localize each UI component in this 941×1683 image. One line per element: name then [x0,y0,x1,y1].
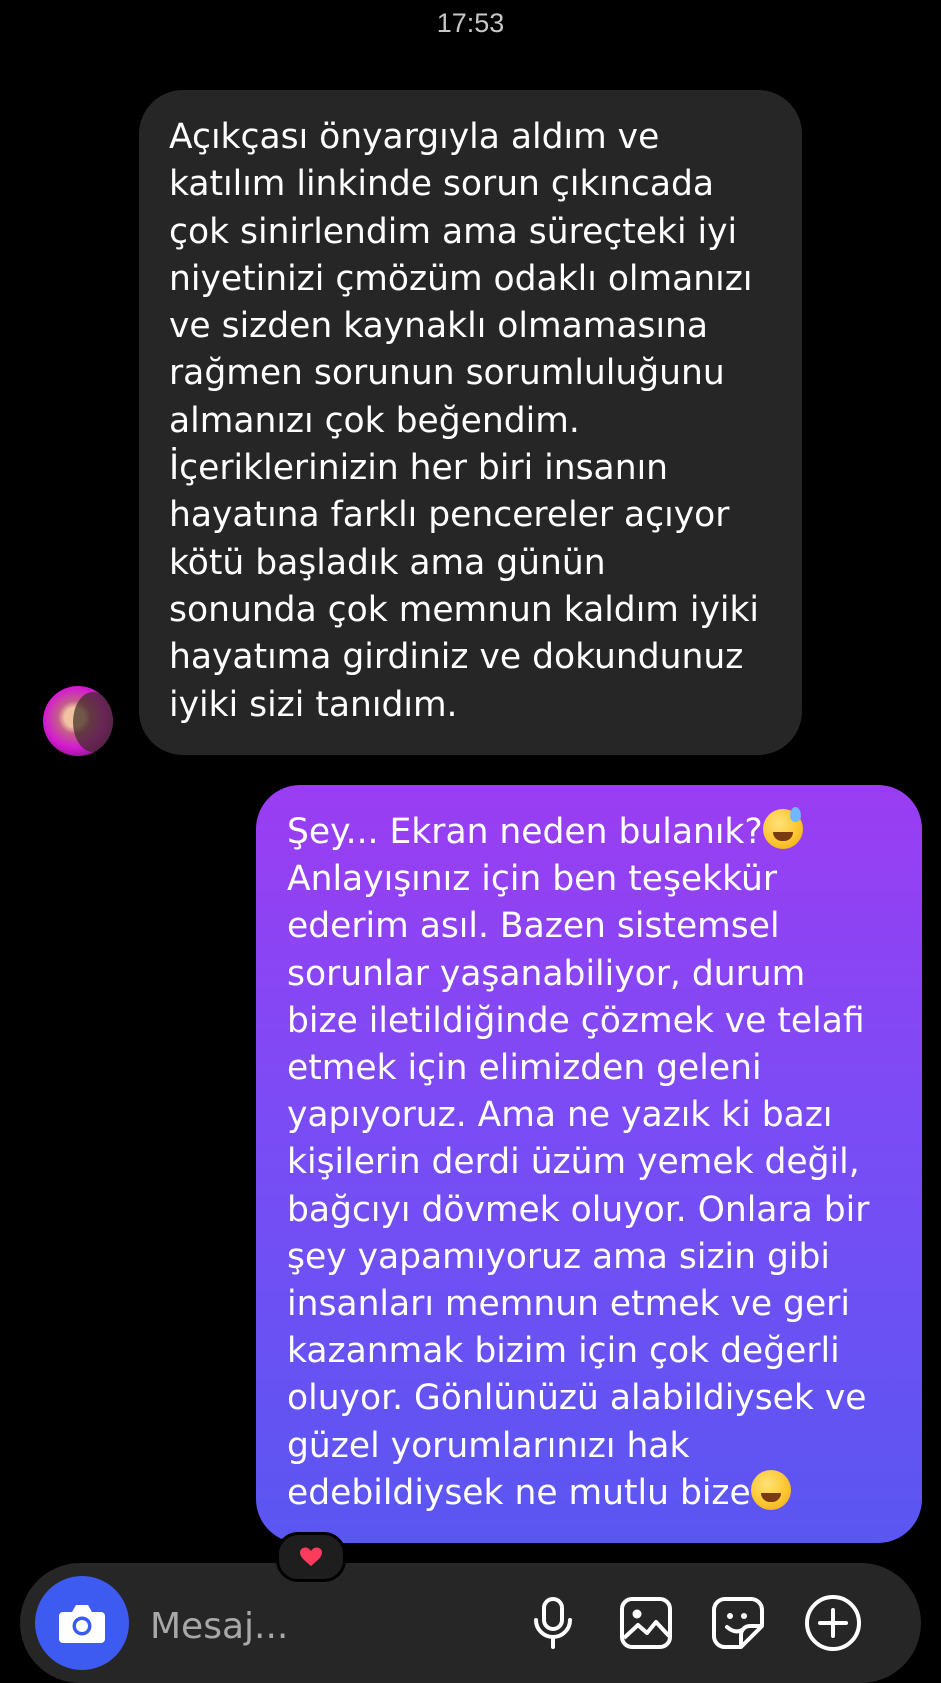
sticker-icon [712,1597,764,1649]
outgoing-message-row: Şey... Ekran neden bulanık? Anlayışınız … [0,785,941,1543]
plus-icon [805,1595,861,1651]
message-reaction[interactable] [276,1532,346,1582]
outgoing-message-last-line: edebildiysek ne mutlu bize [287,1472,751,1513]
more-button[interactable] [803,1593,863,1653]
outgoing-message-body: Anlayışınız için ben teşekkür ederim ası… [287,859,870,1466]
outgoing-message-text: Şey... Ekran neden bulanık? Anlayışınız … [287,807,906,1517]
message-input[interactable] [150,1601,450,1651]
sender-avatar[interactable] [43,686,113,756]
message-composer [20,1563,921,1683]
incoming-message-text: Açıkçası önyargıyla aldım ve katılım lin… [169,117,760,725]
gallery-icon [620,1597,672,1649]
avatar-photo [73,692,113,752]
message-timestamp: 17:53 [436,8,505,38]
grinning-sweat-emoji-icon [762,807,803,849]
outgoing-message-line1: Şey... Ekran neden bulanık? [287,812,763,852]
outgoing-message-bubble[interactable]: Şey... Ekran neden bulanık? Anlayışınız … [256,785,922,1543]
camera-button[interactable] [35,1576,129,1670]
incoming-message-bubble[interactable]: Açıkçası önyargıyla aldım ve katılım lin… [139,90,802,755]
microphone-button[interactable] [523,1593,583,1653]
microphone-icon [534,1597,572,1649]
gallery-button[interactable] [616,1593,676,1653]
smiling-eyes-emoji-icon [750,1469,791,1510]
incoming-message-row: Açıkçası önyargıyla aldım ve katılım lin… [0,90,941,756]
sticker-button[interactable] [708,1593,768,1653]
camera-icon [59,1605,105,1643]
heart-icon [300,1547,322,1566]
